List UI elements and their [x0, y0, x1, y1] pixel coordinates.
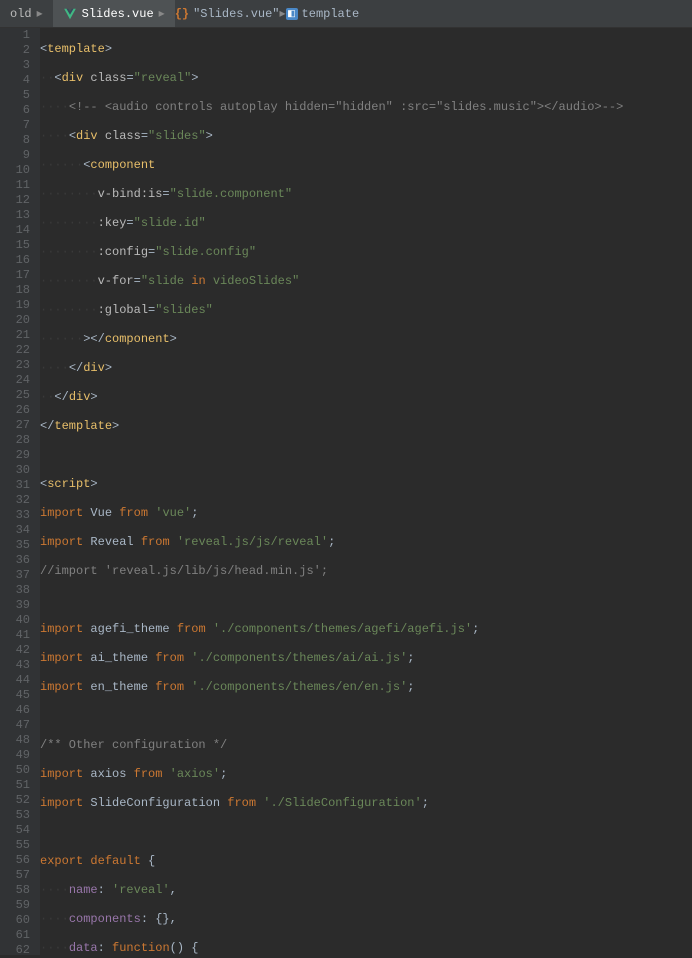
tab-old[interactable]: old ▸: [0, 0, 53, 27]
line-number: 18: [8, 283, 30, 298]
line-number: 10: [8, 163, 30, 178]
line-number: 20: [8, 313, 30, 328]
line-number: 28: [8, 433, 30, 448]
line-number: 42: [8, 643, 30, 658]
line-number: 33: [8, 508, 30, 523]
line-number: 40: [8, 613, 30, 628]
braces-icon: {}: [175, 7, 189, 21]
line-number: 38: [8, 583, 30, 598]
line-number: 46: [8, 703, 30, 718]
line-number: 19: [8, 298, 30, 313]
line-number: 31: [8, 478, 30, 493]
line-number: 52: [8, 793, 30, 808]
line-number: 43: [8, 658, 30, 673]
breadcrumb-item[interactable]: {} "Slides.vue": [175, 7, 280, 21]
line-number: 51: [8, 778, 30, 793]
line-number: 7: [8, 118, 30, 133]
line-number: 29: [8, 448, 30, 463]
line-number: 59: [8, 898, 30, 913]
line-number: 58: [8, 883, 30, 898]
line-number: 8: [8, 133, 30, 148]
editor-tabs: old ▸ Slides.vue ▸ {} "Slides.vue" ▸ ◧ t…: [0, 0, 692, 28]
code-editor[interactable]: 1234567891011121314151617181920212223242…: [0, 28, 692, 955]
chevron-right-icon: ▸: [37, 6, 43, 21]
line-number: 14: [8, 223, 30, 238]
line-number: 50: [8, 763, 30, 778]
tab-label: Slides.vue: [82, 7, 154, 21]
line-number: 48: [8, 733, 30, 748]
line-number: 15: [8, 238, 30, 253]
line-number: 30: [8, 463, 30, 478]
line-number: 17: [8, 268, 30, 283]
line-number: 60: [8, 913, 30, 928]
vue-icon: [63, 7, 77, 21]
line-number: 4: [8, 73, 30, 88]
line-number: 27: [8, 418, 30, 433]
line-number: 53: [8, 808, 30, 823]
line-number: 62: [8, 943, 30, 958]
line-number: 44: [8, 673, 30, 688]
chevron-right-icon: ▸: [159, 6, 165, 21]
line-number: 47: [8, 718, 30, 733]
line-number: 13: [8, 208, 30, 223]
tab-slides-vue[interactable]: Slides.vue ▸: [53, 0, 175, 27]
breadcrumb-label: "Slides.vue": [193, 7, 279, 21]
html-icon: ◧: [286, 8, 298, 20]
line-number: 21: [8, 328, 30, 343]
line-number: 54: [8, 823, 30, 838]
line-number: 45: [8, 688, 30, 703]
line-number: 22: [8, 343, 30, 358]
line-number: 55: [8, 838, 30, 853]
line-number: 56: [8, 853, 30, 868]
line-number-gutter: 1234567891011121314151617181920212223242…: [0, 28, 40, 955]
line-number: 9: [8, 148, 30, 163]
line-number: 41: [8, 628, 30, 643]
line-number: 32: [8, 493, 30, 508]
line-number: 57: [8, 868, 30, 883]
breadcrumb-label: template: [302, 7, 360, 21]
code-area[interactable]: <template> ··<div class="reveal"> ····<!…: [40, 28, 692, 955]
line-number: 36: [8, 553, 30, 568]
line-number: 11: [8, 178, 30, 193]
line-number: 37: [8, 568, 30, 583]
line-number: 12: [8, 193, 30, 208]
line-number: 26: [8, 403, 30, 418]
line-number: 25: [8, 388, 30, 403]
line-number: 49: [8, 748, 30, 763]
line-number: 1: [8, 28, 30, 43]
line-number: 34: [8, 523, 30, 538]
tab-label: old: [10, 7, 32, 21]
breadcrumb-item[interactable]: ◧ template: [286, 7, 360, 21]
line-number: 2: [8, 43, 30, 58]
line-number: 39: [8, 598, 30, 613]
line-number: 6: [8, 103, 30, 118]
line-number: 5: [8, 88, 30, 103]
line-number: 61: [8, 928, 30, 943]
line-number: 24: [8, 373, 30, 388]
line-number: 23: [8, 358, 30, 373]
line-number: 35: [8, 538, 30, 553]
line-number: 16: [8, 253, 30, 268]
line-number: 3: [8, 58, 30, 73]
